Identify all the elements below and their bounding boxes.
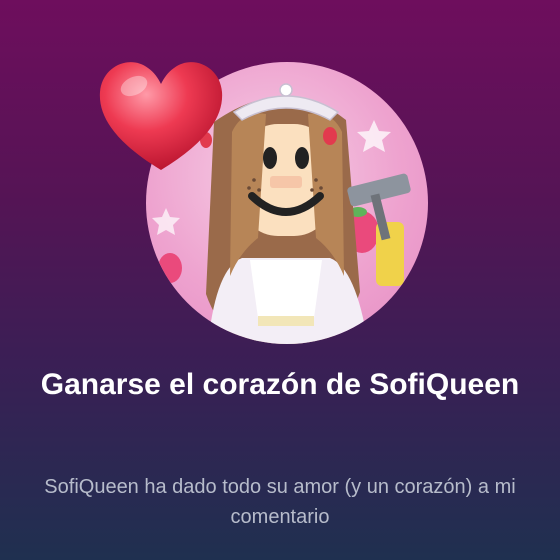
heart-icon: [99, 62, 223, 170]
achievement-description: SofiQueen ha dado todo su amor (y un cor…: [44, 476, 516, 528]
achievement-title: Ganarse el corazón de SofiQueen: [40, 368, 520, 401]
